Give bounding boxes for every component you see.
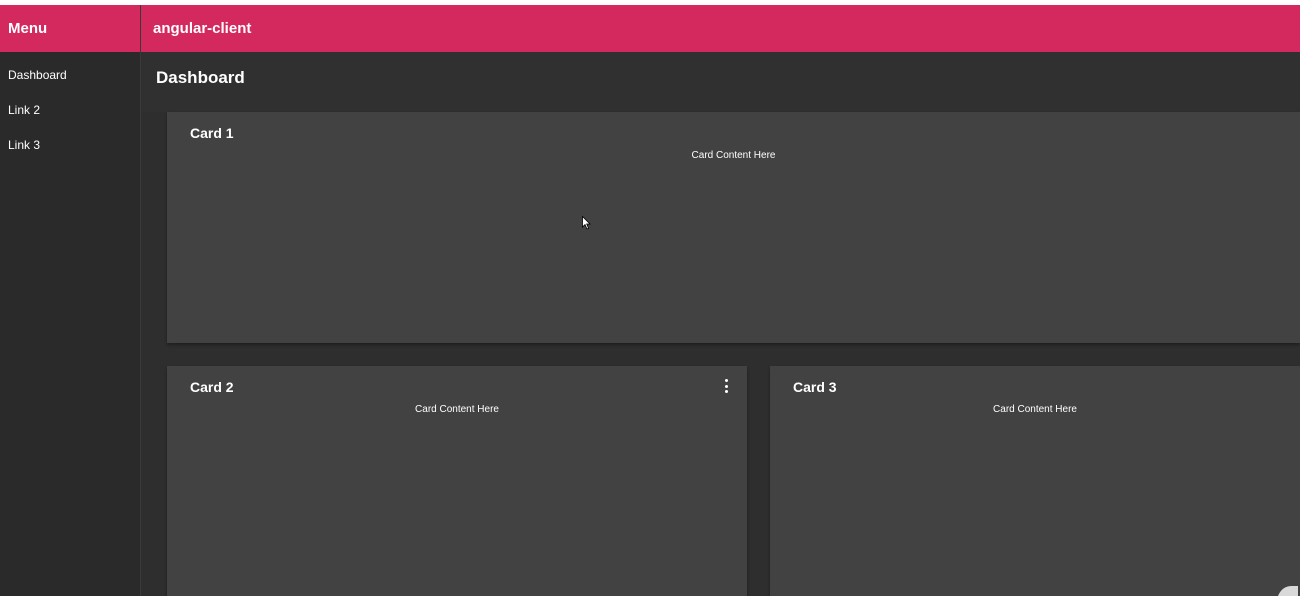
app-toolbar: angular-client (141, 5, 1300, 52)
more-vert-icon[interactable] (721, 378, 731, 394)
main-content: angular-client Dashboard Card 1 Card Con… (141, 5, 1300, 596)
nav-item-link-3[interactable]: Link 3 (0, 127, 140, 162)
nav-item-link-2[interactable]: Link 2 (0, 92, 140, 127)
card-2: Card 2 Card Content Here (167, 366, 747, 596)
menu-dot (724, 379, 728, 382)
card-1: Card 1 Card Content Here (167, 112, 1300, 343)
app-title: angular-client (153, 20, 252, 37)
nav-item-dashboard[interactable]: Dashboard (0, 57, 140, 92)
card-content: Card Content Here (993, 404, 1077, 415)
card-title: Card 3 (793, 379, 837, 395)
sidenav-title: Menu (0, 5, 140, 52)
app-root: Menu Dashboard Link 2 Link 3 angular-cli… (0, 5, 1300, 596)
side-navigation: Menu Dashboard Link 2 Link 3 (0, 5, 141, 596)
card-content: Card Content Here (691, 150, 776, 161)
menu-dot (724, 390, 728, 393)
card-title: Card 2 (190, 379, 234, 395)
card-grid: Card 1 Card Content Here Card 2 Card Con… (141, 112, 1300, 596)
card-3: Card 3 Card Content Here (770, 366, 1300, 596)
card-title: Card 1 (190, 125, 234, 141)
menu-dot (724, 384, 728, 388)
nav-list: Dashboard Link 2 Link 3 (0, 52, 140, 162)
card-content: Card Content Here (415, 404, 499, 415)
page-title: Dashboard (156, 68, 245, 87)
